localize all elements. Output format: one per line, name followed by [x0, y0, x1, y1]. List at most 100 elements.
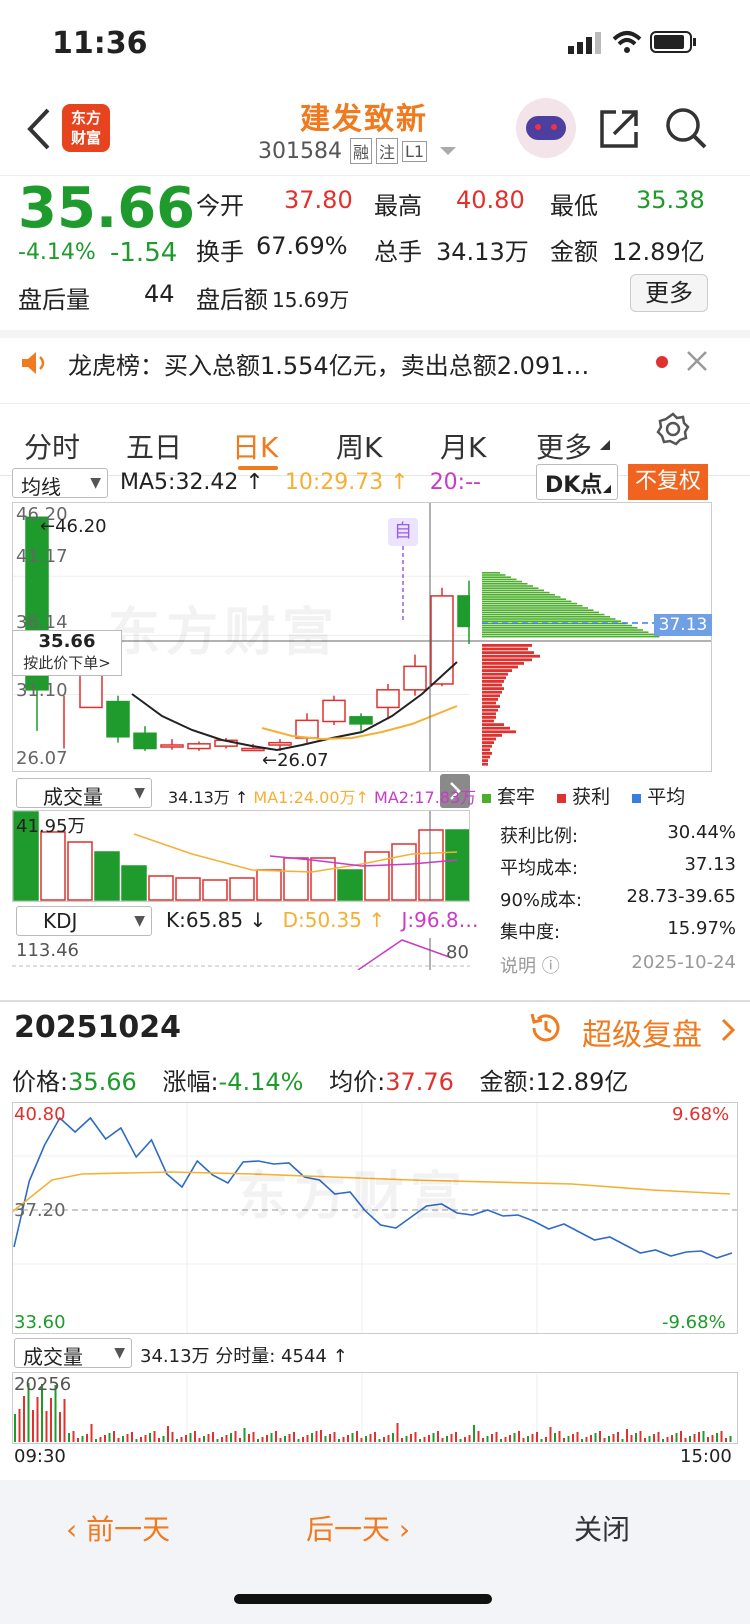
gear-icon[interactable]: [656, 412, 690, 446]
history-icon[interactable]: [528, 1010, 564, 1046]
volume-tick: [504, 1437, 507, 1442]
volume-tick: [693, 1434, 696, 1442]
chip-bar-profit: [482, 701, 496, 705]
chip-bar-trapped: [482, 572, 500, 574]
chip-bar-profit: [482, 755, 490, 759]
after-hours-vol-label: 盘后量: [18, 286, 90, 314]
chart-watermark: 东方财富: [108, 603, 341, 663]
volume-tick: [365, 1436, 367, 1442]
chip-note-row[interactable]: 说明 ⓘ 2025-10-24: [500, 952, 736, 978]
volume-tick: [428, 1435, 430, 1442]
no-adjust-button[interactable]: 不复权: [628, 464, 708, 500]
open-value: 37.80: [284, 186, 353, 214]
kdj-select[interactable]: KDJ ▼: [16, 906, 152, 936]
volume-tick: [81, 1436, 84, 1442]
dragon-tiger-notice[interactable]: 龙虎榜：买入总额1.554亿元，卖出总额2.091…: [0, 338, 750, 404]
intraday-high: 40.80: [14, 1104, 66, 1125]
volume-tick: [104, 1435, 106, 1442]
after-hours-amt-label: 盘后额: [196, 286, 268, 314]
stock-code-row[interactable]: 301584 融 注 L1: [258, 138, 457, 164]
volume-tick: [414, 1432, 417, 1442]
intraday-pre-close: 37.20: [14, 1200, 66, 1221]
ma-select[interactable]: 均线 ▼: [12, 468, 108, 499]
chip-bar-profit: [482, 741, 494, 744]
volume-tick: [459, 1439, 462, 1442]
intraday-pct-low: -9.68%: [662, 1312, 726, 1333]
volume-tick: [212, 1432, 214, 1442]
logo-text: 东方: [70, 109, 101, 127]
home-indicator: [234, 1594, 492, 1604]
chevron-right-icon[interactable]: [720, 1018, 736, 1042]
volume-tick: [522, 1438, 525, 1442]
chip-bar-trapped: [482, 611, 599, 614]
candle-body: [268, 741, 292, 746]
amount-label: 金额: [550, 238, 598, 266]
chip-bar-profit: [482, 658, 532, 662]
chip-bar-profit: [482, 752, 492, 755]
volume-tick: [248, 1434, 250, 1442]
tab-five-day[interactable]: 五日: [126, 426, 182, 466]
volume-tick: [468, 1435, 471, 1442]
share-icon[interactable]: [598, 108, 640, 150]
volume-tick: [527, 1436, 529, 1442]
volume-tick: [23, 1396, 25, 1442]
chip-bar-trapped: [482, 576, 511, 578]
volume-tick: [270, 1433, 273, 1442]
crosshair-price-box[interactable]: 35.66 按此价下单>: [12, 630, 122, 676]
volume-tick: [369, 1434, 372, 1442]
kdj-select-label: KDJ: [43, 909, 78, 933]
tab-daily-k[interactable]: 日K: [232, 426, 278, 466]
tab-weekly-k[interactable]: 周K: [336, 426, 382, 466]
signal-icon: [568, 32, 601, 54]
prev-day-button[interactable]: ‹ 前一天: [66, 1508, 170, 1548]
volume-tick: [117, 1438, 120, 1442]
chip-bar-trapped: [482, 587, 539, 589]
dk-point-select[interactable]: DK点: [536, 464, 618, 500]
volume-bar: [229, 877, 255, 901]
tab-intraday[interactable]: 分时: [24, 426, 80, 466]
stock-name[interactable]: 建发致新: [300, 94, 428, 138]
close-icon[interactable]: [686, 350, 708, 372]
volume-tick: [626, 1429, 628, 1442]
change-pct: -4.14%: [18, 240, 96, 265]
caret-icon: [603, 485, 611, 493]
more-button[interactable]: 更多: [630, 274, 708, 312]
volume-ma2: MA2:17.83万: [374, 788, 477, 807]
volume-tick: [261, 1437, 264, 1442]
sheet-divider: [0, 1000, 750, 1002]
intraday-low: 33.60: [14, 1312, 66, 1333]
volume-tick: [284, 1436, 286, 1442]
volume-tick: [495, 1432, 498, 1442]
bottom-nav: ‹ 前一天 后一天 › 关闭: [0, 1480, 750, 1624]
next-day-button[interactable]: 后一天 ›: [306, 1508, 410, 1548]
prev-day-label: 前一天: [86, 1513, 171, 1546]
ma20-value: 20:--: [429, 470, 481, 495]
volume-tick: [162, 1436, 165, 1442]
candle-body: [241, 747, 265, 752]
chip-row-label: 平均成本:: [500, 858, 579, 879]
close-button[interactable]: 关闭: [574, 1508, 630, 1548]
volume-tick: [18, 1409, 21, 1442]
tab-monthly-k[interactable]: 月K: [440, 426, 486, 466]
chip-bar-trapped: [482, 613, 605, 616]
price-label: 41.17: [16, 546, 68, 567]
volume-indicator-select[interactable]: 成交量 ▼: [16, 778, 152, 809]
volume-tick: [567, 1436, 570, 1442]
super-replay-link[interactable]: 超级复盘: [582, 1010, 702, 1054]
kdj-chart: [12, 938, 470, 970]
volume-tick: [455, 1432, 457, 1442]
low-label: 最低: [550, 192, 598, 220]
back-icon[interactable]: [24, 108, 52, 150]
volume-tick: [405, 1436, 408, 1442]
volume-tick: [374, 1432, 376, 1442]
chip-bar-trapped: [482, 602, 577, 605]
volume-tick: [234, 1431, 237, 1442]
search-icon[interactable]: [664, 106, 708, 150]
tab-more[interactable]: 更多: [536, 426, 592, 466]
chip-bar-trapped: [482, 580, 522, 583]
intraday-volume-select[interactable]: 成交量 ▼: [14, 1338, 132, 1369]
volume-tick: [333, 1432, 336, 1442]
assistant-avatar[interactable]: [516, 98, 576, 158]
price-label: 31.10: [16, 680, 68, 701]
volume-tick: [576, 1432, 579, 1442]
